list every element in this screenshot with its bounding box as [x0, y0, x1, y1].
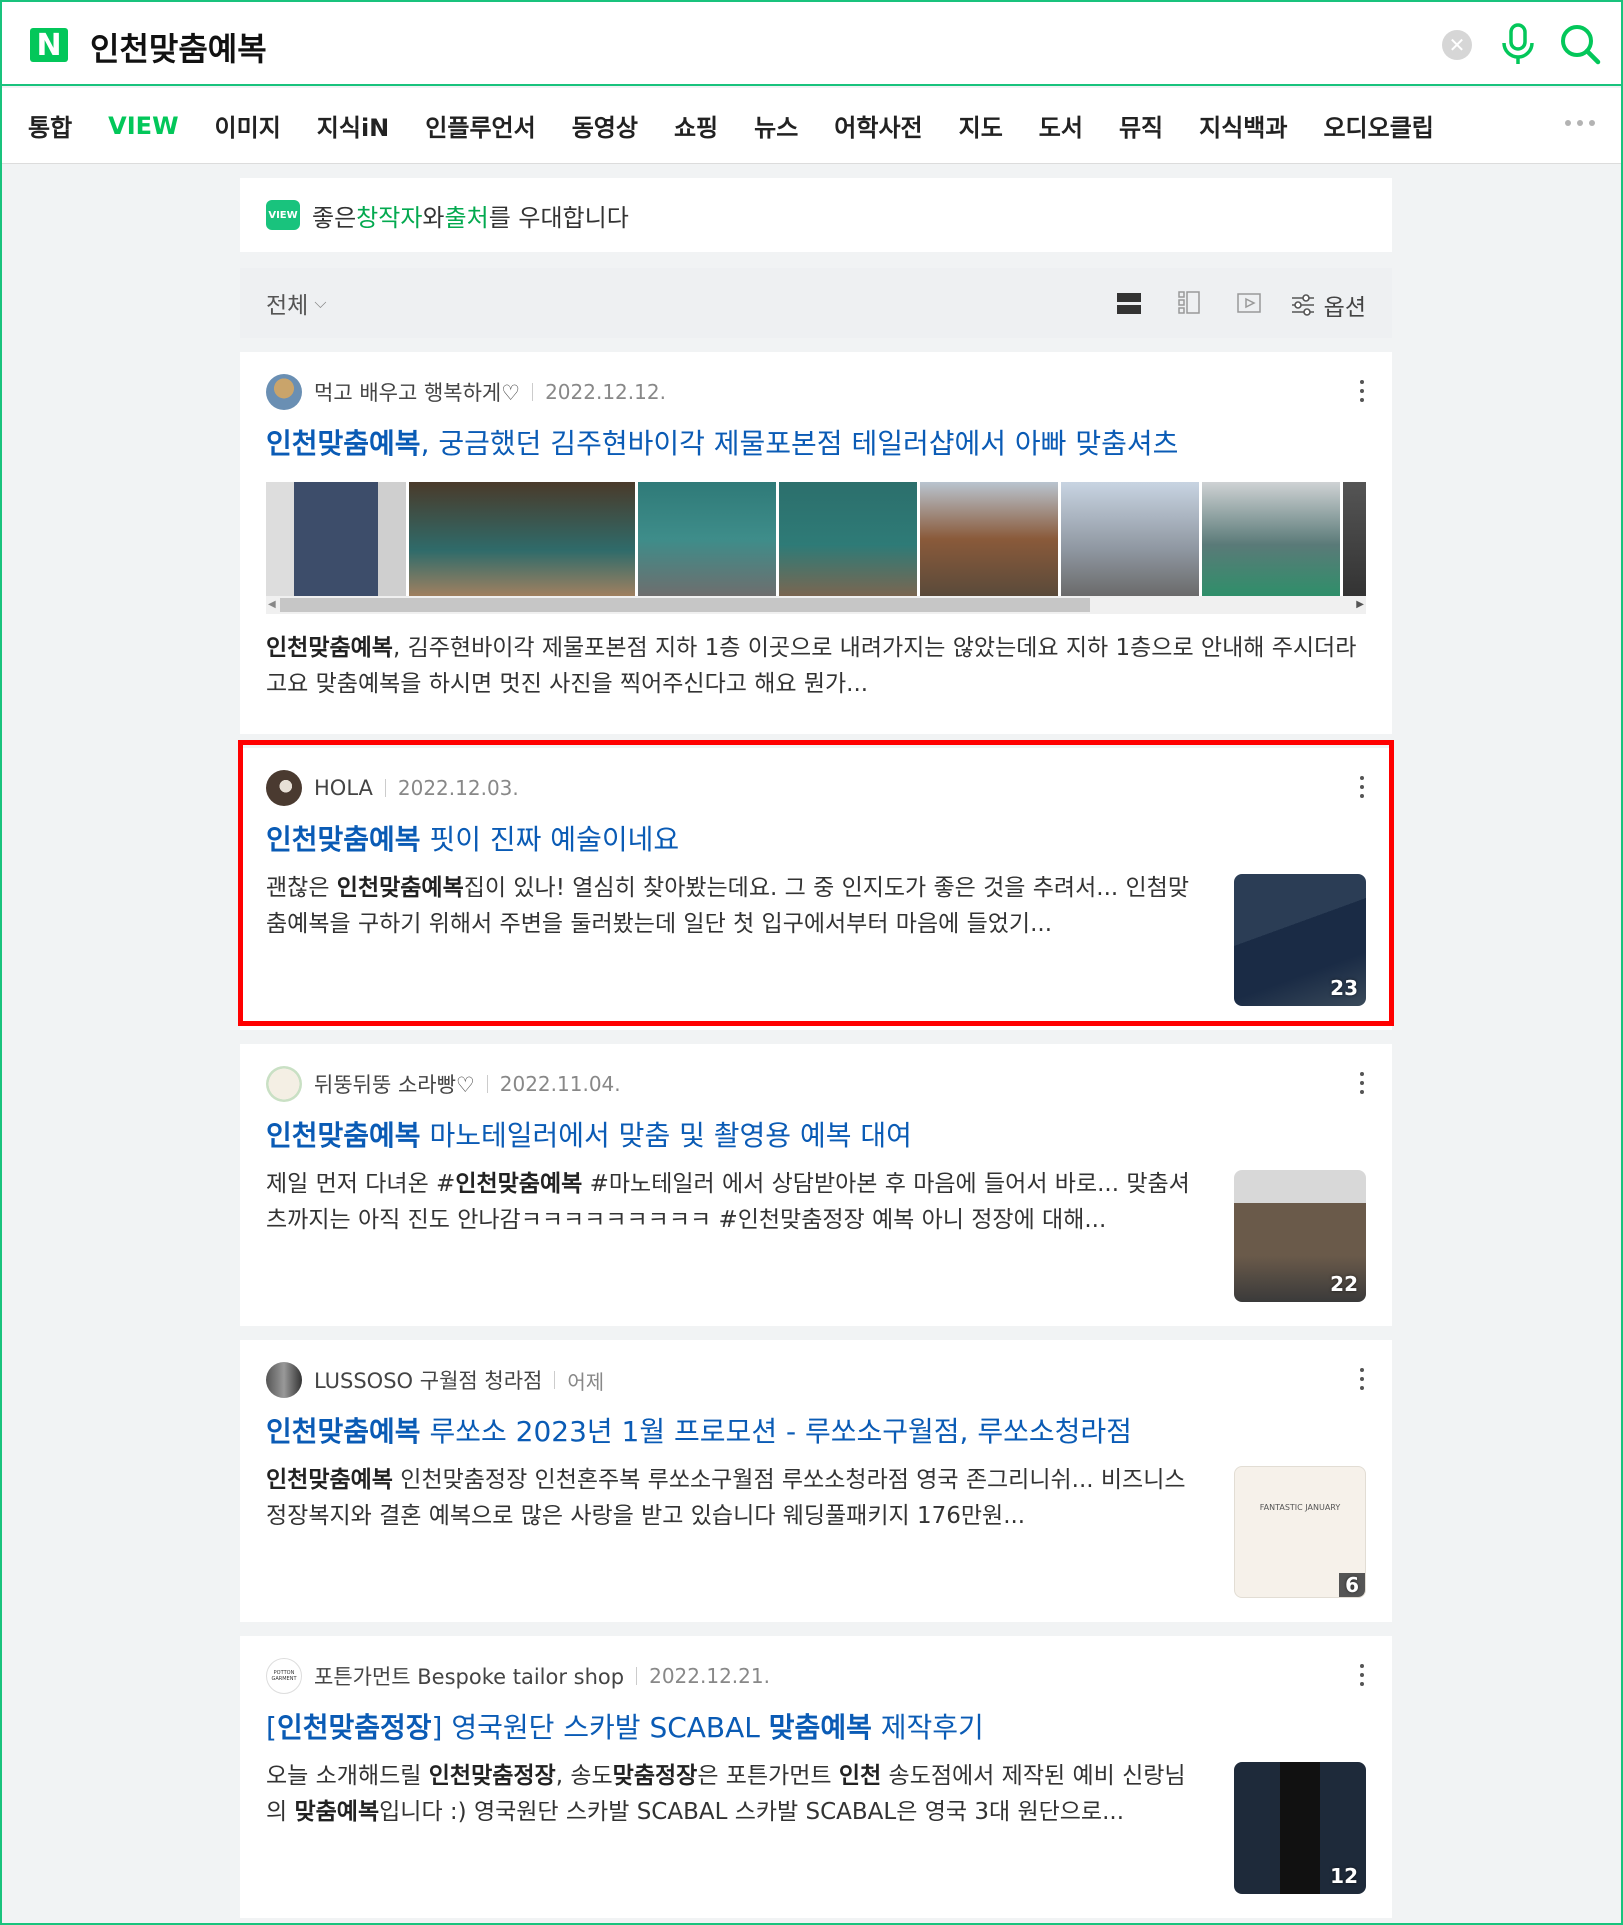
thumbnail[interactable]: 23 — [1234, 874, 1366, 1006]
result-snippet: 인천맞춤예복 인천맞춤정장 인천혼주복 루쏘소구월점 루쏘소청라점 영국 존그리… — [266, 1467, 1186, 1529]
author-name[interactable]: LUSSOSO 구월점 청라점 — [314, 1365, 542, 1395]
notice-text-2: 와 — [422, 203, 445, 232]
avatar[interactable] — [266, 374, 302, 410]
post-date: 2022.12.12. — [545, 380, 666, 404]
options-button[interactable]: 옵션 — [1290, 288, 1366, 322]
tab-integrated[interactable]: 통합 — [28, 108, 90, 143]
options-label: 옵션 — [1323, 295, 1366, 321]
video-view-icon[interactable] — [1234, 288, 1264, 318]
thumbnail[interactable]: 22 — [1234, 1170, 1366, 1302]
avatar[interactable] — [266, 1362, 302, 1398]
avatar[interactable] — [266, 770, 302, 806]
result-card: 뒤뚱뒤뚱 소라빵♡ 2022.11.04. 인천맞춤예복 마노테일러에서 맞춤 … — [240, 1044, 1392, 1326]
naver-logo[interactable]: N — [30, 28, 68, 63]
search-tabs: 통합 VIEW 이미지 지식iN 인플루언서 동영상 쇼핑 뉴스 어학사전 지도… — [2, 88, 1621, 164]
more-options-icon[interactable] — [1360, 1368, 1366, 1390]
tab-influencer[interactable]: 인플루언서 — [407, 108, 553, 143]
sliders-icon — [1291, 294, 1314, 316]
author-name[interactable]: 포튼가먼트 Bespoke tailor shop — [314, 1661, 624, 1691]
image-strip[interactable] — [266, 482, 1366, 596]
browser-frame: N 인천맞춤예복 ✕ 통합 VIEW 이미지 지식iN 인플루언서 동영상 쇼핑… — [0, 0, 1623, 1925]
tab-dictionary[interactable]: 어학사전 — [816, 108, 940, 143]
search-input[interactable]: 인천맞춤예복 — [90, 24, 267, 70]
tab-images[interactable]: 이미지 — [197, 108, 299, 143]
tab-books[interactable]: 도서 — [1021, 108, 1101, 143]
more-options-icon[interactable] — [1360, 776, 1366, 798]
thumbnail[interactable]: FANTASTIC JANUARY 6 — [1234, 1466, 1366, 1598]
result-title[interactable]: 인천맞춤예복 마노테일러에서 맞춤 및 촬영용 예복 대여 — [266, 1116, 1366, 1156]
tab-kin[interactable]: 지식iN — [299, 108, 407, 143]
thumbnail[interactable] — [779, 482, 917, 596]
mic-icon[interactable] — [1498, 22, 1538, 66]
result-title[interactable]: 인천맞춤예복 핏이 진짜 예술이네요 — [266, 820, 1366, 860]
result-snippet: 인천맞춤예복, 김주현바이각 제물포본점 지하 1층 이곳으로 내려가지는 않았… — [266, 635, 1357, 697]
post-date: 어제 — [567, 1369, 605, 1394]
result-snippet: 제일 먼저 다녀온 #인천맞춤예복 #마노테일러 에서 상담받아본 후 마음에 … — [266, 1171, 1190, 1233]
results-column: VIEW 좋은 창작자 와 출처 를 우대합니다 전체 ⌵ 옵션 먹고 배우고 … — [240, 178, 1392, 1918]
more-icon[interactable] — [1565, 116, 1605, 130]
filter-bar: 전체 ⌵ 옵션 — [240, 268, 1392, 338]
thumbnail[interactable] — [638, 482, 776, 596]
result-title[interactable]: 인천맞춤예복 루쏘소 2023년 1월 프로모션 - 루쏘소구월점, 루쏘소청라… — [266, 1412, 1366, 1452]
thumbnail[interactable] — [1202, 482, 1340, 596]
result-card: 먹고 배우고 행복하게♡ 2022.12.12. 인천맞춤예복, 궁금했던 김주… — [240, 352, 1392, 734]
result-card: HOLA 2022.12.03. 인천맞춤예복 핏이 진짜 예술이네요 괜찮은 … — [240, 748, 1392, 1030]
author-name[interactable]: 뒤뚱뒤뚱 소라빵♡ — [314, 1069, 475, 1099]
view-mode-toggles — [1114, 288, 1264, 318]
filter-dropdown[interactable]: 전체 — [266, 286, 308, 320]
avatar-text: POTTON GARMENT — [271, 1670, 297, 1682]
close-icon[interactable]: ✕ — [1442, 30, 1472, 60]
tab-encyclopedia[interactable]: 지식백과 — [1181, 108, 1305, 143]
chevron-down-icon[interactable]: ⌵ — [314, 293, 326, 313]
notice-creator: 창작자 — [356, 203, 423, 232]
thumbnail[interactable] — [409, 482, 635, 596]
image-strip-scrollbar[interactable]: ◀ ▶ — [266, 596, 1366, 614]
result-title[interactable]: [인천맞춤정장] 영국원단 스카발 SCABAL 맞춤예복 제작후기 — [266, 1708, 1366, 1748]
result-card: LUSSOSO 구월점 청라점 어제 인천맞춤예복 루쏘소 2023년 1월 프… — [240, 1340, 1392, 1622]
notice-text-3: 를 우대합니다 — [488, 203, 629, 232]
result-snippet: 괜찮은 인천맞춤예복집이 있나! 열심히 찾아봤는데요. 그 중 인지도가 좋은… — [266, 875, 1189, 937]
view-notice: VIEW 좋은 창작자 와 출처 를 우대합니다 — [240, 178, 1392, 252]
image-count: 12 — [1330, 1864, 1358, 1888]
tab-map[interactable]: 지도 — [941, 108, 1021, 143]
notice-source: 출처 — [444, 203, 489, 232]
more-options-icon[interactable] — [1360, 380, 1366, 402]
thumbnail[interactable] — [920, 482, 1058, 596]
tab-music[interactable]: 뮤직 — [1101, 108, 1181, 143]
search-icon[interactable] — [1558, 22, 1602, 66]
post-date: 2022.12.03. — [397, 776, 519, 800]
avatar[interactable]: POTTON GARMENT — [266, 1658, 302, 1694]
image-count: 23 — [1330, 976, 1358, 1000]
author-name[interactable]: HOLA — [314, 776, 373, 800]
thumbnail[interactable]: 12 — [1234, 1762, 1366, 1894]
tab-video[interactable]: 동영상 — [554, 108, 656, 143]
tab-audioclip[interactable]: 오디오클립 — [1305, 108, 1451, 143]
post-date: 2022.11.04. — [499, 1072, 621, 1096]
tab-view[interactable]: VIEW — [90, 112, 196, 140]
card-view-icon[interactable] — [1174, 288, 1204, 318]
thumbnail[interactable] — [1343, 482, 1366, 596]
image-count: 6 — [1339, 1573, 1365, 1597]
list-view-icon[interactable] — [1114, 288, 1144, 318]
thumbnail-text: FANTASTIC JANUARY — [1259, 1503, 1341, 1512]
tab-shopping[interactable]: 쇼핑 — [656, 108, 736, 143]
tab-news[interactable]: 뉴스 — [736, 108, 816, 143]
notice-text-1: 좋은 — [312, 203, 357, 232]
result-card: POTTON GARMENT 포튼가먼트 Bespoke tailor shop… — [240, 1636, 1392, 1918]
post-date: 2022.12.21. — [649, 1664, 770, 1688]
scroll-right-icon[interactable]: ▶ — [1356, 599, 1364, 610]
thumbnail[interactable] — [1061, 482, 1199, 596]
result-title[interactable]: 인천맞춤예복, 궁금했던 김주현바이각 제물포본점 테일러샵에서 아빠 맞춤셔츠 — [266, 424, 1366, 464]
avatar[interactable] — [266, 1066, 302, 1102]
thumbnail[interactable] — [266, 482, 406, 596]
scroll-left-icon[interactable]: ◀ — [268, 599, 276, 610]
more-options-icon[interactable] — [1360, 1072, 1366, 1094]
more-options-icon[interactable] — [1360, 1664, 1366, 1686]
image-count: 22 — [1330, 1272, 1358, 1296]
author-name[interactable]: 먹고 배우고 행복하게♡ — [314, 377, 520, 407]
search-bar: N 인천맞춤예복 ✕ — [2, 2, 1621, 86]
view-badge-icon: VIEW — [266, 200, 300, 230]
result-snippet: 오늘 소개해드릴 인천맞춤정장, 송도맞춤정장은 포튼가먼트 인천 송도점에서 … — [266, 1763, 1186, 1825]
